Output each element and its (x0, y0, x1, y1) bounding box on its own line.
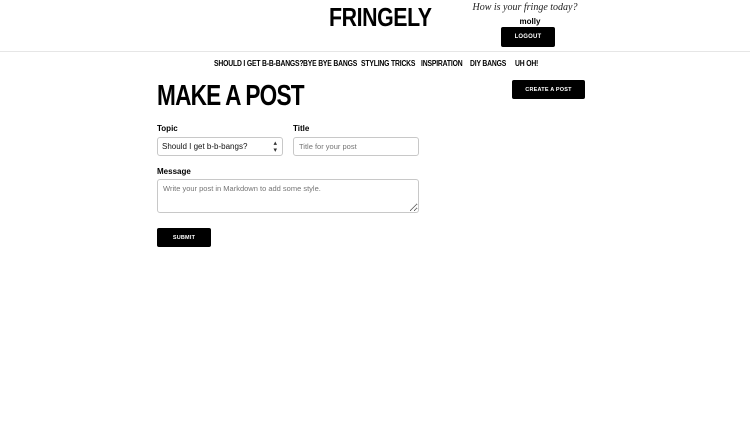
nav-item-uh-oh[interactable]: UH OH! (515, 58, 538, 70)
logout-button[interactable]: LOGOUT (501, 27, 555, 47)
user-box: How is your fringe today? molly (473, 2, 580, 27)
topic-select-value: Should I get b-b-bangs? (162, 142, 248, 151)
main-nav: SHOULD I GET B-B-BANGS? BYE BYE BANGS ST… (0, 58, 750, 70)
site-logo[interactable]: FRINGELY (329, 2, 432, 32)
message-label: Message (157, 167, 191, 176)
page-title: MAKE A POST (157, 80, 305, 112)
title-input[interactable] (293, 137, 419, 156)
tagline: How is your fringe today? (472, 2, 578, 13)
title-label: Title (293, 124, 310, 133)
message-textarea[interactable] (157, 179, 419, 213)
submit-button[interactable]: SUBMIT (157, 228, 211, 247)
site-header: FRINGELY How is your fringe today? molly… (0, 0, 750, 52)
nav-item-styling-tricks[interactable]: STYLING TRICKS (361, 58, 415, 70)
nav-item-bye-bye-bangs[interactable]: BYE BYE BANGS (303, 58, 357, 70)
topic-label: Topic (157, 124, 178, 133)
username: molly (519, 17, 541, 26)
nav-item-diy-bangs[interactable]: DIY BANGS (470, 58, 506, 70)
nav-item-should-i-get-bangs[interactable]: SHOULD I GET B-B-BANGS? (214, 58, 304, 70)
topic-select[interactable]: Should I get b-b-bangs? ▴ ▾ (157, 137, 283, 156)
select-arrows-icon: ▴ ▾ (273, 140, 277, 154)
nav-item-inspiration[interactable]: INSPIRATION (421, 58, 463, 70)
create-post-button[interactable]: CREATE A POST (512, 80, 585, 99)
